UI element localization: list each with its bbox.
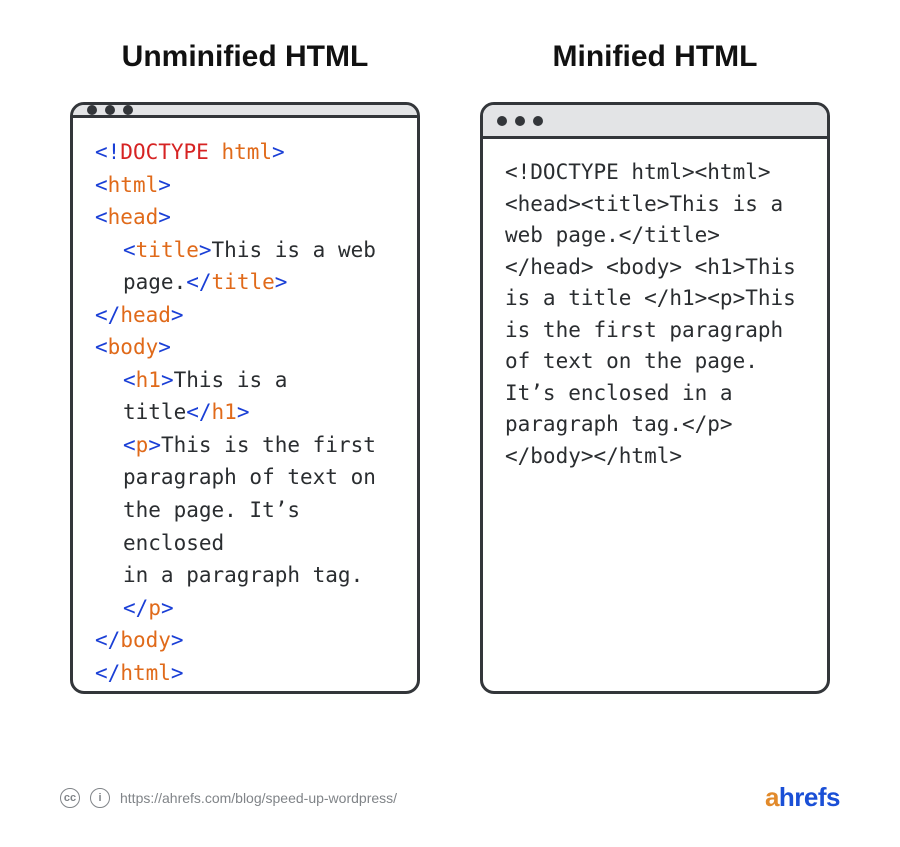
code-line: <!DOCTYPE html> — [95, 136, 397, 169]
code-line: </body> — [95, 624, 397, 657]
code-line: <head> — [95, 201, 397, 234]
attribution-icon: i — [90, 788, 110, 808]
heading-unminified: Unminified HTML — [122, 40, 369, 74]
code-minified: <!DOCTYPE html><html> <head><title>This … — [483, 139, 827, 691]
cc-icon: cc — [60, 788, 80, 808]
code-line: <h1>This is a title</h1> — [95, 364, 397, 429]
window-dot-icon — [533, 116, 543, 126]
diagram-canvas: Unminified HTML <!DOCTYPE html> <html> — [0, 0, 900, 847]
window-dot-icon — [515, 116, 525, 126]
code-line: </html> — [95, 657, 397, 690]
code-line: the page. It’s enclosed — [95, 494, 397, 559]
code-line: paragraph of text on — [95, 461, 397, 494]
code-line: page.</title> — [95, 266, 397, 299]
code-line: <html> — [95, 169, 397, 202]
window-dot-icon — [497, 116, 507, 126]
window-dot-icon — [105, 105, 115, 115]
window-minified: <!DOCTYPE html><html> <head><title>This … — [480, 102, 830, 694]
column-unminified: Unminified HTML <!DOCTYPE html> <html> — [60, 40, 430, 694]
code-line: <title>This is a web — [95, 234, 397, 267]
titlebar-unminified — [73, 105, 417, 118]
code-unminified: <!DOCTYPE html> <html> <head> <title>Thi… — [73, 118, 417, 694]
columns: Unminified HTML <!DOCTYPE html> <html> — [60, 40, 840, 694]
code-line: </head> — [95, 299, 397, 332]
window-unminified: <!DOCTYPE html> <html> <head> <title>Thi… — [70, 102, 420, 694]
code-line: <body> — [95, 331, 397, 364]
source-url: https://ahrefs.com/blog/speed-up-wordpre… — [120, 790, 397, 806]
footer: cc i https://ahrefs.com/blog/speed-up-wo… — [60, 782, 840, 813]
logo-rest: hrefs — [779, 782, 840, 812]
window-dot-icon — [87, 105, 97, 115]
code-line: <p>This is the first — [95, 429, 397, 462]
window-dot-icon — [123, 105, 133, 115]
ahrefs-logo: ahrefs — [765, 782, 840, 813]
code-line: in a paragraph tag.</p> — [95, 559, 397, 624]
column-minified: Minified HTML <!DOCTYPE html><html> <hea… — [470, 40, 840, 694]
titlebar-minified — [483, 105, 827, 139]
heading-minified: Minified HTML — [553, 40, 758, 74]
footer-left: cc i https://ahrefs.com/blog/speed-up-wo… — [60, 788, 397, 808]
logo-letter-a: a — [765, 782, 779, 812]
